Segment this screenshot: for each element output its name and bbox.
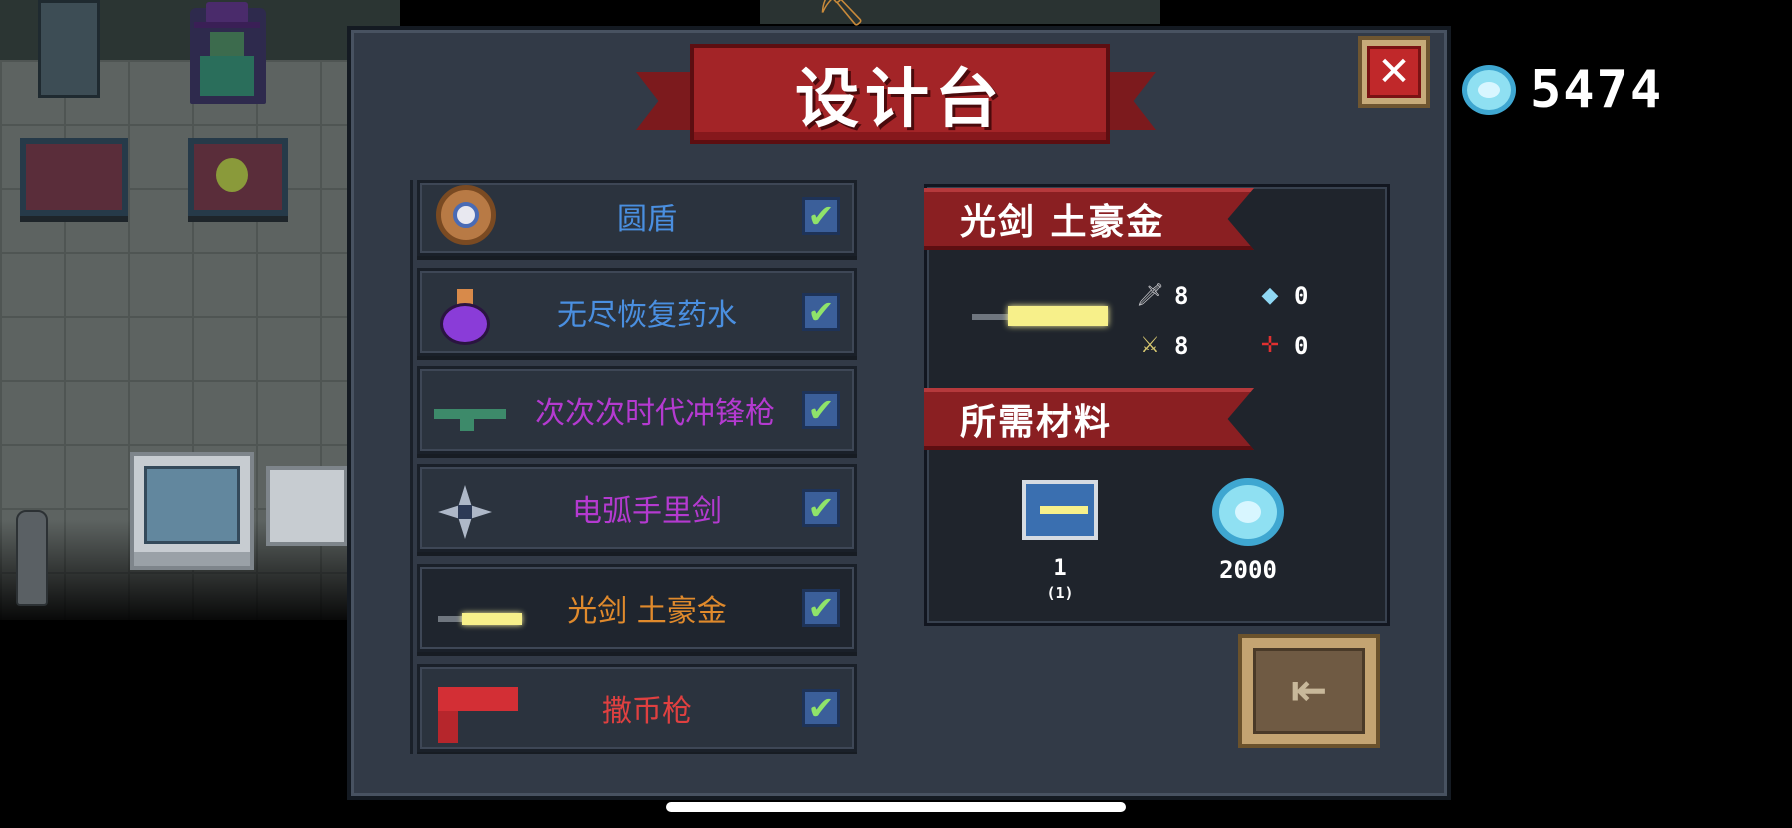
potion-icon: [428, 279, 494, 345]
item-checkbox[interactable]: ✔: [802, 293, 840, 331]
list-item[interactable]: 无尽恢复药水 ✔: [417, 268, 857, 356]
crosshair-icon: ✛: [1260, 333, 1280, 358]
cabinet-prop: [38, 0, 100, 98]
plant-pot-icon: [216, 158, 248, 192]
weapon-name-banner: 光剑 土豪金: [924, 188, 1254, 250]
smg-icon: [428, 377, 506, 443]
gem-icon: [1462, 65, 1516, 115]
item-name: 无尽恢复药水: [557, 298, 737, 333]
check-icon: ✔: [807, 689, 835, 727]
list-item[interactable]: 次次次时代冲锋枪 ✔: [417, 366, 857, 454]
close-icon: ✕: [1377, 49, 1411, 95]
list-item[interactable]: 电弧手里剑 ✔: [417, 464, 857, 552]
weapon-name: 光剑 土豪金: [960, 202, 1165, 243]
crafting-table-prop: [266, 466, 348, 546]
close-button[interactable]: ✕: [1358, 36, 1430, 108]
item-name: 圆盾: [617, 202, 677, 237]
gas-tank-prop: [16, 510, 48, 606]
stat-accuracy: ✛ 0: [1256, 332, 1309, 360]
check-icon: ✔: [807, 489, 835, 527]
item-name: 电弧手里剑: [572, 494, 722, 529]
blueprint-owned: (1): [1046, 584, 1074, 602]
lightsaber-icon: [428, 575, 522, 641]
item-checkbox[interactable]: ✔: [802, 689, 840, 727]
dagger-icon: 🗡: [1136, 283, 1164, 308]
title-banner: 设计台: [636, 36, 1156, 154]
blueprint-list[interactable]: 圆盾 ✔ 无尽恢复药水 ✔ 次次次时代冲锋枪 ✔ 电弧手里剑 ✔ 光剑 土豪金 …: [410, 180, 863, 754]
gem-counter: 5474: [1462, 60, 1663, 120]
coin-gun-icon: [428, 675, 518, 743]
home-indicator[interactable]: [666, 802, 1126, 812]
check-icon: ✔: [807, 589, 835, 627]
lightsaber-preview-icon: [972, 306, 1108, 330]
weapon-rack-rug: [20, 138, 128, 216]
monitor-prop: [130, 452, 254, 570]
list-item[interactable]: 撒币枪 ✔: [417, 664, 857, 752]
dialog-title: 设计台: [795, 63, 1005, 137]
item-checkbox[interactable]: ✔: [802, 489, 840, 527]
materials-banner: 所需材料: [924, 388, 1254, 450]
list-item[interactable]: 圆盾 ✔: [417, 180, 857, 256]
energy-diamond-icon: ◆: [1261, 283, 1279, 308]
check-icon: ✔: [807, 293, 835, 331]
blueprint-icon: [1022, 480, 1098, 540]
gem-cost: 2000: [1219, 556, 1277, 584]
exit-icon: ⇤: [1290, 665, 1328, 716]
check-icon: ✔: [807, 391, 835, 429]
exit-button[interactable]: ⇤: [1238, 634, 1380, 748]
materials-title: 所需材料: [960, 402, 1113, 443]
item-name: 撒币枪: [602, 694, 692, 729]
stat-crit: ⚔ 8: [1136, 332, 1188, 360]
gem-icon: [1212, 478, 1284, 546]
npc-wizard[interactable]: [190, 2, 266, 104]
shuriken-icon: [428, 475, 494, 541]
pickaxe-icon: ⛏: [816, 0, 867, 29]
item-checkbox[interactable]: ✔: [802, 589, 840, 627]
item-name: 光剑 土豪金: [567, 594, 727, 629]
round-shield-icon: [428, 180, 496, 245]
item-name: 次次次时代冲锋枪: [535, 396, 775, 431]
gem-count: 5474: [1530, 60, 1664, 120]
blueprint-count: 1: [1053, 556, 1067, 581]
stat-energy: ◆ 0: [1256, 282, 1309, 310]
plant-rug: [188, 138, 288, 216]
stat-damage: 🗡 8: [1136, 282, 1189, 310]
check-icon: ✔: [807, 197, 835, 235]
sword-crit-icon: ⚔: [1140, 333, 1160, 358]
item-checkbox[interactable]: ✔: [802, 197, 840, 235]
item-checkbox[interactable]: ✔: [802, 391, 840, 429]
list-item-selected[interactable]: 光剑 土豪金 ✔: [417, 564, 857, 652]
